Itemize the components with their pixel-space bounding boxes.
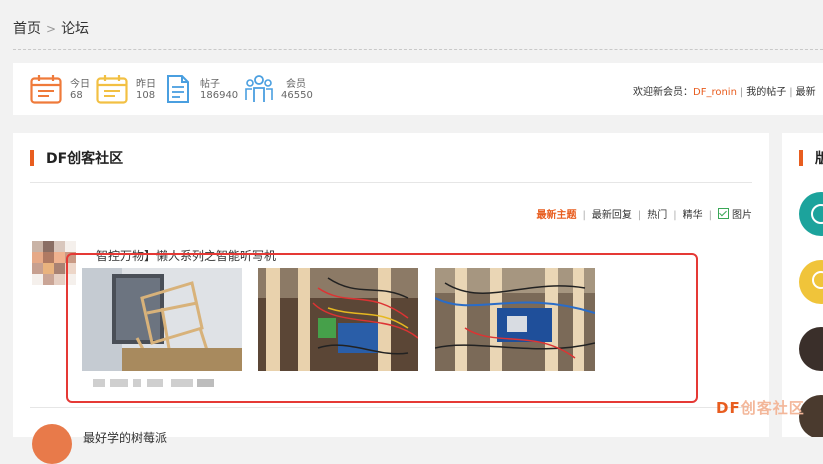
section-accent-bar bbox=[799, 150, 803, 166]
board-icon[interactable] bbox=[799, 327, 823, 371]
section-title: DF创客社区 bbox=[46, 151, 124, 167]
stat-yesterday-label: 昨日 bbox=[136, 79, 156, 90]
new-member-link[interactable]: DF_ronin bbox=[693, 87, 737, 98]
tab-newest-replies[interactable]: 最新回复 bbox=[592, 206, 632, 221]
latest-link[interactable]: 最新 bbox=[796, 87, 816, 98]
stat-today-value: 68 bbox=[70, 90, 83, 101]
welcome-prefix: 欢迎新会员： bbox=[633, 87, 693, 98]
section-accent-bar bbox=[30, 150, 34, 166]
board-icon[interactable] bbox=[799, 192, 823, 236]
welcome-text: 欢迎新会员：DF_ronin | 我的帖子 | 最新 bbox=[633, 87, 816, 98]
breadcrumb-current[interactable]: 论坛 bbox=[61, 21, 89, 37]
tab-images[interactable]: 图片 bbox=[732, 206, 752, 221]
tab-featured[interactable]: 精华 bbox=[683, 206, 703, 221]
stat-posts-value: 186940 bbox=[200, 90, 239, 101]
highlight-box bbox=[66, 253, 698, 403]
breadcrumb-separator: > bbox=[46, 22, 57, 36]
stat-yesterday-value: 108 bbox=[136, 90, 156, 101]
breadcrumb: 首页 > 论坛 bbox=[13, 18, 89, 38]
stat-members-label: 会员 bbox=[286, 79, 306, 90]
calendar-icon bbox=[96, 75, 128, 104]
lightbulb-icon[interactable] bbox=[799, 260, 823, 304]
divider bbox=[30, 182, 752, 183]
tab-hot[interactable]: 热门 bbox=[647, 206, 667, 221]
breadcrumb-home[interactable]: 首页 bbox=[13, 21, 41, 37]
forum-section: DF创客社区 最新主题 | 最新回复 | 热门 | 精华 | 图片 智控万物】懒人系列之智能听写… bbox=[13, 133, 769, 464]
right-sidebar: 版 bbox=[782, 133, 823, 437]
post-title[interactable]: 最好学的树莓派 bbox=[83, 429, 167, 446]
filter-tabs: 最新主题 | 最新回复 | 热门 | 精华 | 图片 bbox=[537, 206, 752, 221]
divider bbox=[13, 49, 823, 50]
watermark: DF创客社区 bbox=[716, 399, 805, 417]
stat-members-value: 46550 bbox=[281, 90, 313, 101]
avatar[interactable] bbox=[32, 424, 72, 464]
calendar-icon bbox=[30, 75, 62, 104]
stats-bar: 今日 68 昨日 108 帖子 186940 会员 46550 欢迎新会员：DF… bbox=[13, 63, 823, 115]
my-posts-link[interactable]: 我的帖子 bbox=[746, 87, 786, 98]
checkbox-icon[interactable] bbox=[718, 208, 729, 219]
users-icon bbox=[245, 75, 273, 102]
document-icon bbox=[167, 75, 189, 103]
tab-newest-topics[interactable]: 最新主题 bbox=[537, 206, 577, 221]
sidebar-title: 版 bbox=[815, 151, 823, 167]
stat-posts-label: 帖子 bbox=[200, 79, 220, 90]
stat-today-label: 今日 bbox=[70, 79, 90, 90]
breadcrumb-area: 首页 > 论坛 bbox=[0, 0, 823, 60]
divider bbox=[30, 407, 752, 408]
